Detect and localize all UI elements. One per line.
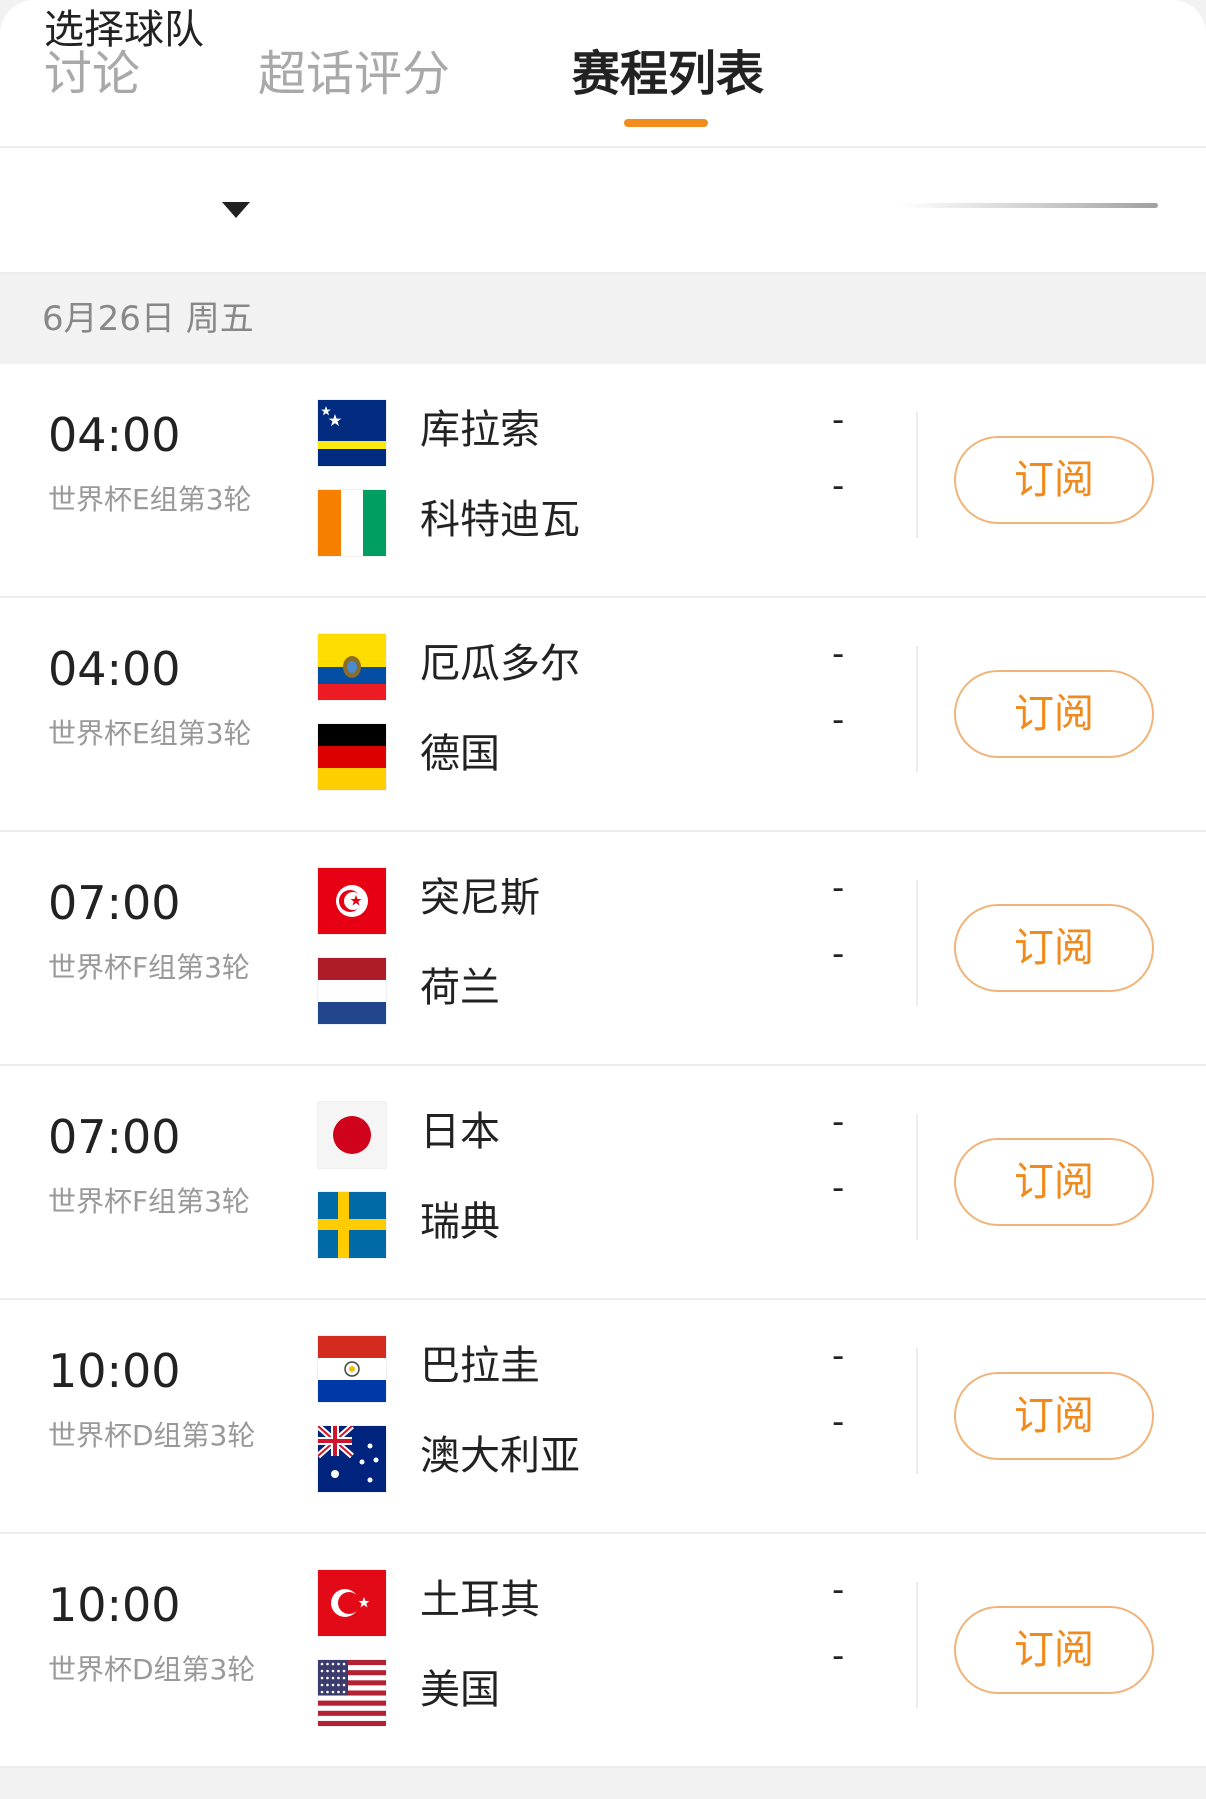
date-header: 6月26日 周五 <box>0 274 1206 364</box>
home-score: - <box>832 634 845 674</box>
sweden-flag-icon <box>318 1192 386 1258</box>
match-time: 04:00 <box>48 642 181 696</box>
home-score: - <box>832 1336 845 1376</box>
subscribe-button[interactable]: 订阅 <box>954 1138 1154 1226</box>
match-row: 07:00 世界杯F组第3轮 突尼斯 - 荷兰 - 订阅 <box>0 832 1206 1066</box>
match-group: 世界杯D组第3轮 <box>48 1419 256 1452</box>
faded-divider <box>900 203 1158 208</box>
column-divider <box>916 412 918 538</box>
away-team-name: 瑞典 <box>420 1199 500 1245</box>
match-row: 10:00 世界杯D组第3轮 巴拉圭 - 澳大利亚 - 订阅 <box>0 1300 1206 1534</box>
away-score: - <box>832 1636 845 1676</box>
active-tab-indicator <box>624 119 708 127</box>
away-score: - <box>832 700 845 740</box>
netherlands-flag-icon <box>318 958 386 1024</box>
match-group: 世界杯F组第3轮 <box>48 951 250 984</box>
tab-topic-rating[interactable]: 超话评分 <box>258 44 450 104</box>
column-divider <box>916 646 918 772</box>
match-list: 04:00 世界杯E组第3轮 库拉索 - 科特迪瓦 - 订阅 04:00 世界杯… <box>0 364 1206 1768</box>
match-group: 世界杯D组第3轮 <box>48 1653 256 1686</box>
home-score: - <box>832 1570 845 1610</box>
column-divider <box>916 1114 918 1240</box>
home-score: - <box>832 868 845 908</box>
match-row: 07:00 世界杯F组第3轮 日本 - 瑞典 - 订阅 <box>0 1066 1206 1300</box>
home-team-name: 库拉索 <box>420 407 540 453</box>
tunisia-flag-icon <box>318 868 386 934</box>
home-team-name: 日本 <box>420 1109 500 1155</box>
usa-flag-icon <box>318 1660 386 1726</box>
curacao-flag-icon <box>318 400 386 466</box>
match-time: 07:00 <box>48 1110 181 1164</box>
home-team-name: 土耳其 <box>420 1577 540 1623</box>
away-team-name: 美国 <box>420 1667 500 1713</box>
ecuador-flag-icon <box>318 634 386 700</box>
date-label: 6月26日 周五 <box>42 299 254 339</box>
home-score: - <box>832 400 845 440</box>
japan-flag-icon <box>318 1102 386 1168</box>
away-team-name: 科特迪瓦 <box>420 497 580 543</box>
away-score: - <box>832 1168 845 1208</box>
subscribe-button[interactable]: 订阅 <box>954 1372 1154 1460</box>
home-team-name: 巴拉圭 <box>420 1343 540 1389</box>
match-time: 04:00 <box>48 408 181 462</box>
ivory-coast-flag-icon <box>318 490 386 556</box>
team-filter-bar: 选择球队 <box>0 7 1206 274</box>
away-score: - <box>832 1402 845 1442</box>
subscribe-button[interactable]: 订阅 <box>954 670 1154 758</box>
germany-flag-icon <box>318 724 386 790</box>
subscribe-button[interactable]: 订阅 <box>954 1606 1154 1694</box>
home-score: - <box>832 1102 845 1142</box>
column-divider <box>916 1348 918 1474</box>
match-row: 04:00 世界杯E组第3轮 厄瓜多尔 - 德国 - 订阅 <box>0 598 1206 832</box>
home-team-name: 厄瓜多尔 <box>420 641 580 687</box>
away-team-name: 德国 <box>420 731 500 777</box>
column-divider <box>916 1582 918 1708</box>
caret-down-icon[interactable] <box>222 202 250 218</box>
match-group: 世界杯E组第3轮 <box>48 483 252 516</box>
turkey-flag-icon <box>318 1570 386 1636</box>
match-group: 世界杯F组第3轮 <box>48 1185 250 1218</box>
match-row: 10:00 世界杯D组第3轮 土耳其 - 美国 - 订阅 <box>0 1534 1206 1768</box>
match-row: 04:00 世界杯E组第3轮 库拉索 - 科特迪瓦 - 订阅 <box>0 364 1206 598</box>
subscribe-button[interactable]: 订阅 <box>954 904 1154 992</box>
paraguay-flag-icon <box>318 1336 386 1402</box>
tab-schedule-list[interactable]: 赛程列表 <box>572 44 764 104</box>
away-score: - <box>832 934 845 974</box>
away-team-name: 荷兰 <box>420 965 500 1011</box>
match-time: 10:00 <box>48 1344 181 1398</box>
match-time: 07:00 <box>48 876 181 930</box>
select-team-dropdown[interactable]: 选择球队 <box>44 0 204 60</box>
away-team-name: 澳大利亚 <box>420 1433 580 1479</box>
subscribe-button[interactable]: 订阅 <box>954 436 1154 524</box>
schedule-screen: 讨论 超话评分 赛程列表 选择球队 6月26日 周五 04:00 世界杯E组第3… <box>0 0 1206 1799</box>
column-divider <box>916 880 918 1006</box>
home-team-name: 突尼斯 <box>420 875 540 921</box>
australia-flag-icon <box>318 1426 386 1492</box>
away-score: - <box>832 466 845 506</box>
match-time: 10:00 <box>48 1578 181 1632</box>
match-group: 世界杯E组第3轮 <box>48 717 252 750</box>
